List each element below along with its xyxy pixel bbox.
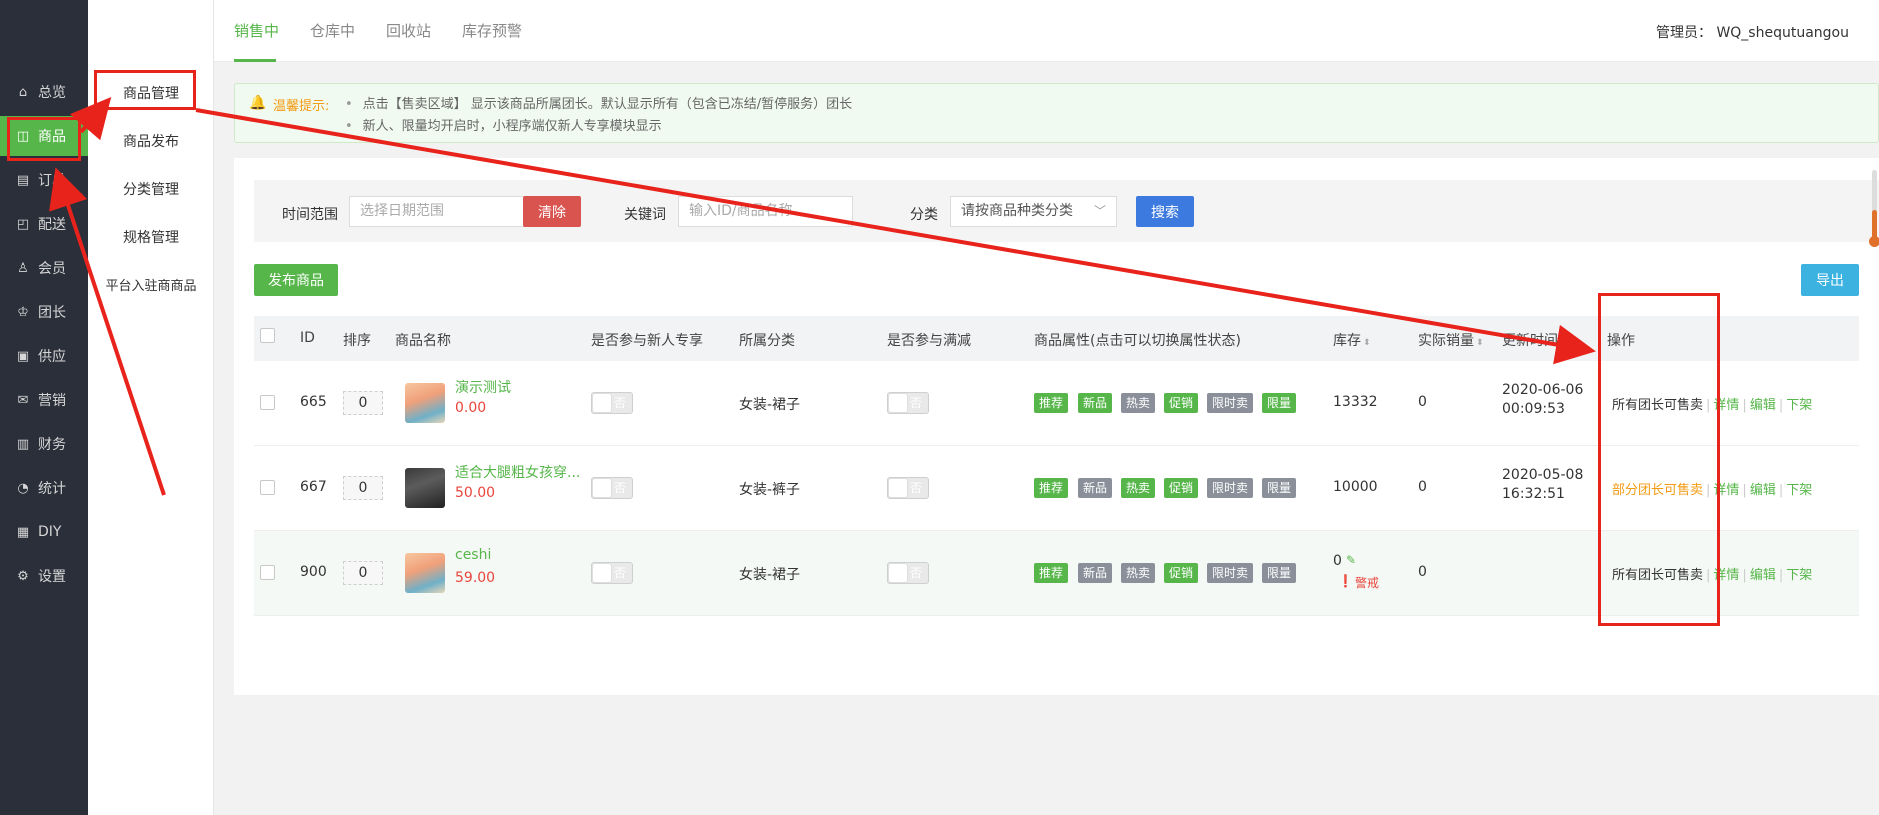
arrow-to-submenu <box>69 96 112 141</box>
arrow-to-operations <box>195 108 1596 365</box>
arrow-to-goods-nav <box>49 167 166 496</box>
scroll-thermometer-widget[interactable] <box>1869 170 1879 250</box>
annotation-arrows <box>49 96 1596 496</box>
